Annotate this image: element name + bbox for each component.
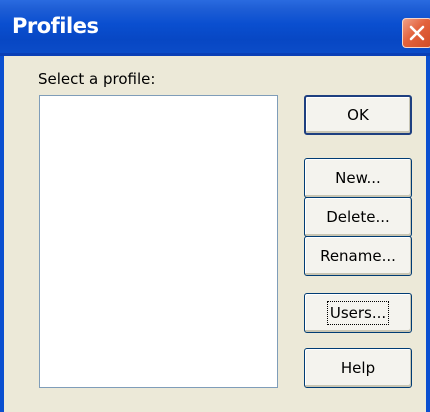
ok-button-label: OK — [347, 106, 369, 124]
rename-button[interactable]: Rename... — [304, 236, 412, 276]
rename-button-label: Rename... — [320, 247, 396, 265]
close-icon — [409, 25, 425, 41]
new-button[interactable]: New... — [304, 158, 412, 198]
users-button-label: Users... — [326, 301, 390, 325]
title-bar[interactable]: Profiles — [0, 0, 430, 56]
profile-list[interactable] — [39, 95, 278, 388]
window-frame-right — [426, 56, 430, 412]
profiles-dialog: Profiles Select a profile: OK New... Del… — [0, 0, 430, 412]
help-button[interactable]: Help — [304, 348, 412, 388]
window-frame-left — [0, 56, 4, 412]
users-button[interactable]: Users... — [304, 293, 412, 333]
delete-button[interactable]: Delete... — [304, 197, 412, 237]
delete-button-label: Delete... — [326, 208, 390, 226]
close-button[interactable] — [402, 18, 430, 48]
ok-button[interactable]: OK — [304, 95, 412, 135]
help-button-label: Help — [340, 359, 376, 377]
window-title: Profiles — [12, 14, 99, 38]
select-profile-label: Select a profile: — [38, 70, 156, 88]
new-button-label: New... — [335, 169, 381, 187]
